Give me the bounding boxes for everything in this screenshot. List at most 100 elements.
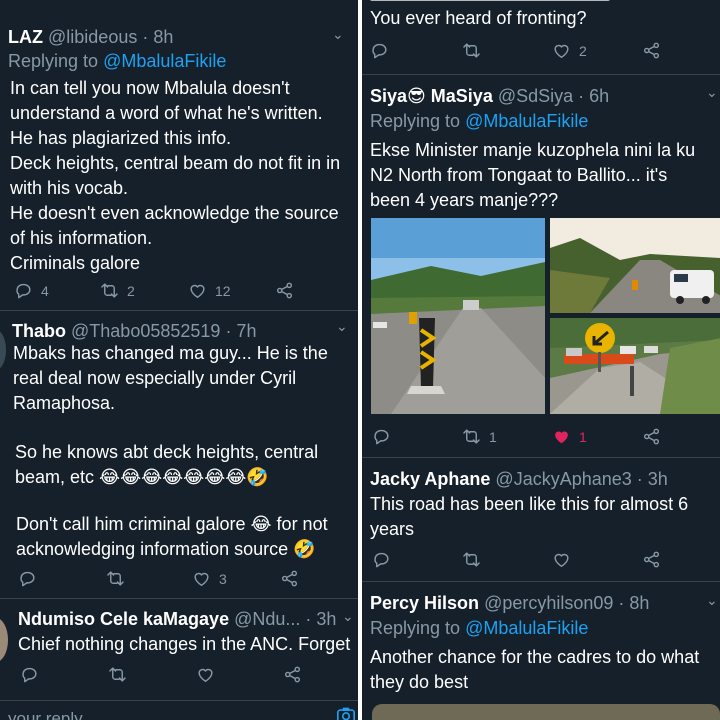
like-button-active[interactable]: 1 (552, 427, 587, 446)
share-button[interactable] (275, 281, 294, 300)
reply-icon (18, 569, 37, 588)
tweet-separator (362, 457, 720, 458)
display-name[interactable]: Jacky Aphane (370, 469, 490, 489)
retweet-icon (462, 427, 481, 446)
share-button[interactable] (642, 41, 661, 60)
retweet-button[interactable] (108, 665, 127, 684)
retweet-button[interactable]: 2 (100, 281, 135, 300)
mention-link[interactable]: @MbalulaFikile (465, 618, 588, 638)
replying-to: Replying to @MbalulaFikile (370, 618, 588, 639)
username[interactable]: @libideous (48, 27, 137, 47)
username[interactable]: @JackyAphane3 (495, 469, 631, 489)
like-icon (552, 41, 571, 60)
left-screenshot: LAZ @libideous · 8h ⌄ Replying to @Mbalu… (0, 0, 358, 720)
username[interactable]: @Thabo05852519 (71, 321, 220, 341)
road-photo-1-image (371, 218, 545, 414)
like-count: 2 (579, 42, 587, 59)
mention-link[interactable]: @MbalulaFikile (103, 51, 226, 71)
like-button[interactable]: 2 (552, 41, 587, 60)
chevron-down-icon[interactable]: ⌄ (332, 26, 344, 43)
reply-count: 4 (41, 282, 49, 299)
timestamp[interactable]: · 3h (305, 609, 336, 629)
reply-button[interactable] (372, 427, 391, 446)
display-name[interactable]: Thabo (12, 321, 66, 341)
display-name[interactable]: Ndumiso Cele kaMagaye (18, 609, 229, 629)
tweet-text-part-2: So he knows abt deck heights, central be… (15, 442, 319, 487)
share-button[interactable] (642, 427, 661, 446)
tweet-header: Ndumiso Cele kaMagaye @Ndu... · 3h (18, 609, 336, 630)
cut-off-header (370, 0, 670, 2)
road-photo-1[interactable] (371, 218, 545, 414)
chevron-down-icon[interactable]: ⌄ (706, 592, 718, 609)
share-button[interactable] (283, 665, 302, 684)
tweet-text-part-3: Don't call him criminal galore 😂 for not… (16, 514, 328, 559)
tweet-header: Thabo @Thabo05852519 · 7h (12, 321, 256, 342)
like-button[interactable]: 12 (188, 281, 231, 300)
like-count: 1 (579, 428, 587, 445)
road-photo-2-image (550, 218, 720, 313)
road-photo-2[interactable] (550, 218, 720, 313)
share-icon (283, 665, 302, 684)
reply-icon (370, 41, 389, 60)
tweet-text: In can tell you now Mbalula doesn't unde… (10, 78, 341, 273)
tweet-text: Chief nothing changes in the ANC. Forget (18, 634, 351, 654)
replying-prefix: Replying to (370, 618, 466, 638)
tweet-actions: 2 (362, 41, 720, 63)
like-icon (192, 569, 211, 588)
retweet-icon (106, 569, 125, 588)
share-button[interactable] (280, 569, 299, 588)
like-button[interactable] (196, 665, 215, 684)
timestamp[interactable]: · 8h (618, 593, 649, 613)
like-button[interactable]: 3 (192, 569, 227, 588)
display-name[interactable]: Siya😎 MaSiya (370, 86, 493, 106)
like-button[interactable] (552, 550, 571, 569)
timestamp[interactable]: · 6h (578, 86, 609, 106)
retweet-button[interactable] (462, 550, 481, 569)
chevron-down-icon[interactable]: ⌄ (706, 84, 718, 101)
chevron-down-icon[interactable]: ⌄ (336, 318, 348, 335)
retweet-button[interactable]: 1 (462, 427, 497, 446)
reply-icon (372, 427, 391, 446)
chevron-down-icon[interactable]: ⌄ (342, 608, 354, 625)
reply-button[interactable] (18, 569, 45, 588)
tweet-text: This road has been like this for almost … (370, 494, 689, 539)
reply-button[interactable] (370, 41, 389, 60)
cut-off-text (370, 0, 610, 1)
username[interactable]: @percyhilson09 (484, 593, 613, 613)
retweet-button[interactable] (462, 41, 481, 60)
retweet-button[interactable] (106, 569, 133, 588)
reply-button[interactable] (372, 550, 391, 569)
username[interactable]: @SdSiya (498, 86, 573, 106)
retweet-icon (462, 41, 481, 60)
retweet-icon (100, 281, 119, 300)
display-name[interactable]: Percy Hilson (370, 593, 479, 613)
tweet-header: Jacky Aphane @JackyAphane3 · 3h (370, 469, 668, 490)
tweet-text: You ever heard of fronting? (370, 8, 587, 28)
retweet-count: 2 (127, 282, 135, 299)
share-icon (280, 569, 299, 588)
replying-prefix: Replying to (370, 111, 466, 131)
replying-prefix: Replying to (8, 51, 104, 71)
road-photo-3[interactable] (550, 318, 720, 414)
tweet-actions (362, 550, 720, 572)
media-preview-cutoff[interactable] (372, 704, 720, 720)
replying-to: Replying to @MbalulaFikile (8, 51, 226, 72)
camera-icon[interactable] (336, 706, 356, 720)
timestamp[interactable]: · 8h (142, 27, 173, 47)
reply-button[interactable] (20, 665, 39, 684)
reply-button[interactable]: 4 (14, 281, 49, 300)
tweet-header: Percy Hilson @percyhilson09 · 8h (370, 593, 649, 614)
reply-composer[interactable]: your reply (0, 700, 358, 720)
mention-link[interactable]: @MbalulaFikile (465, 111, 588, 131)
share-button[interactable] (642, 550, 661, 569)
reply-icon (14, 281, 33, 300)
replying-to: Replying to @MbalulaFikile (370, 111, 588, 132)
share-icon (642, 550, 661, 569)
username[interactable]: @Ndu... (234, 609, 300, 629)
display-name[interactable]: LAZ (8, 27, 43, 47)
timestamp[interactable]: · 7h (225, 321, 256, 341)
avatar[interactable] (0, 330, 6, 370)
timestamp[interactable]: · 3h (637, 469, 668, 489)
tweet-header: LAZ @libideous · 8h (8, 27, 173, 48)
avatar[interactable] (0, 618, 8, 662)
